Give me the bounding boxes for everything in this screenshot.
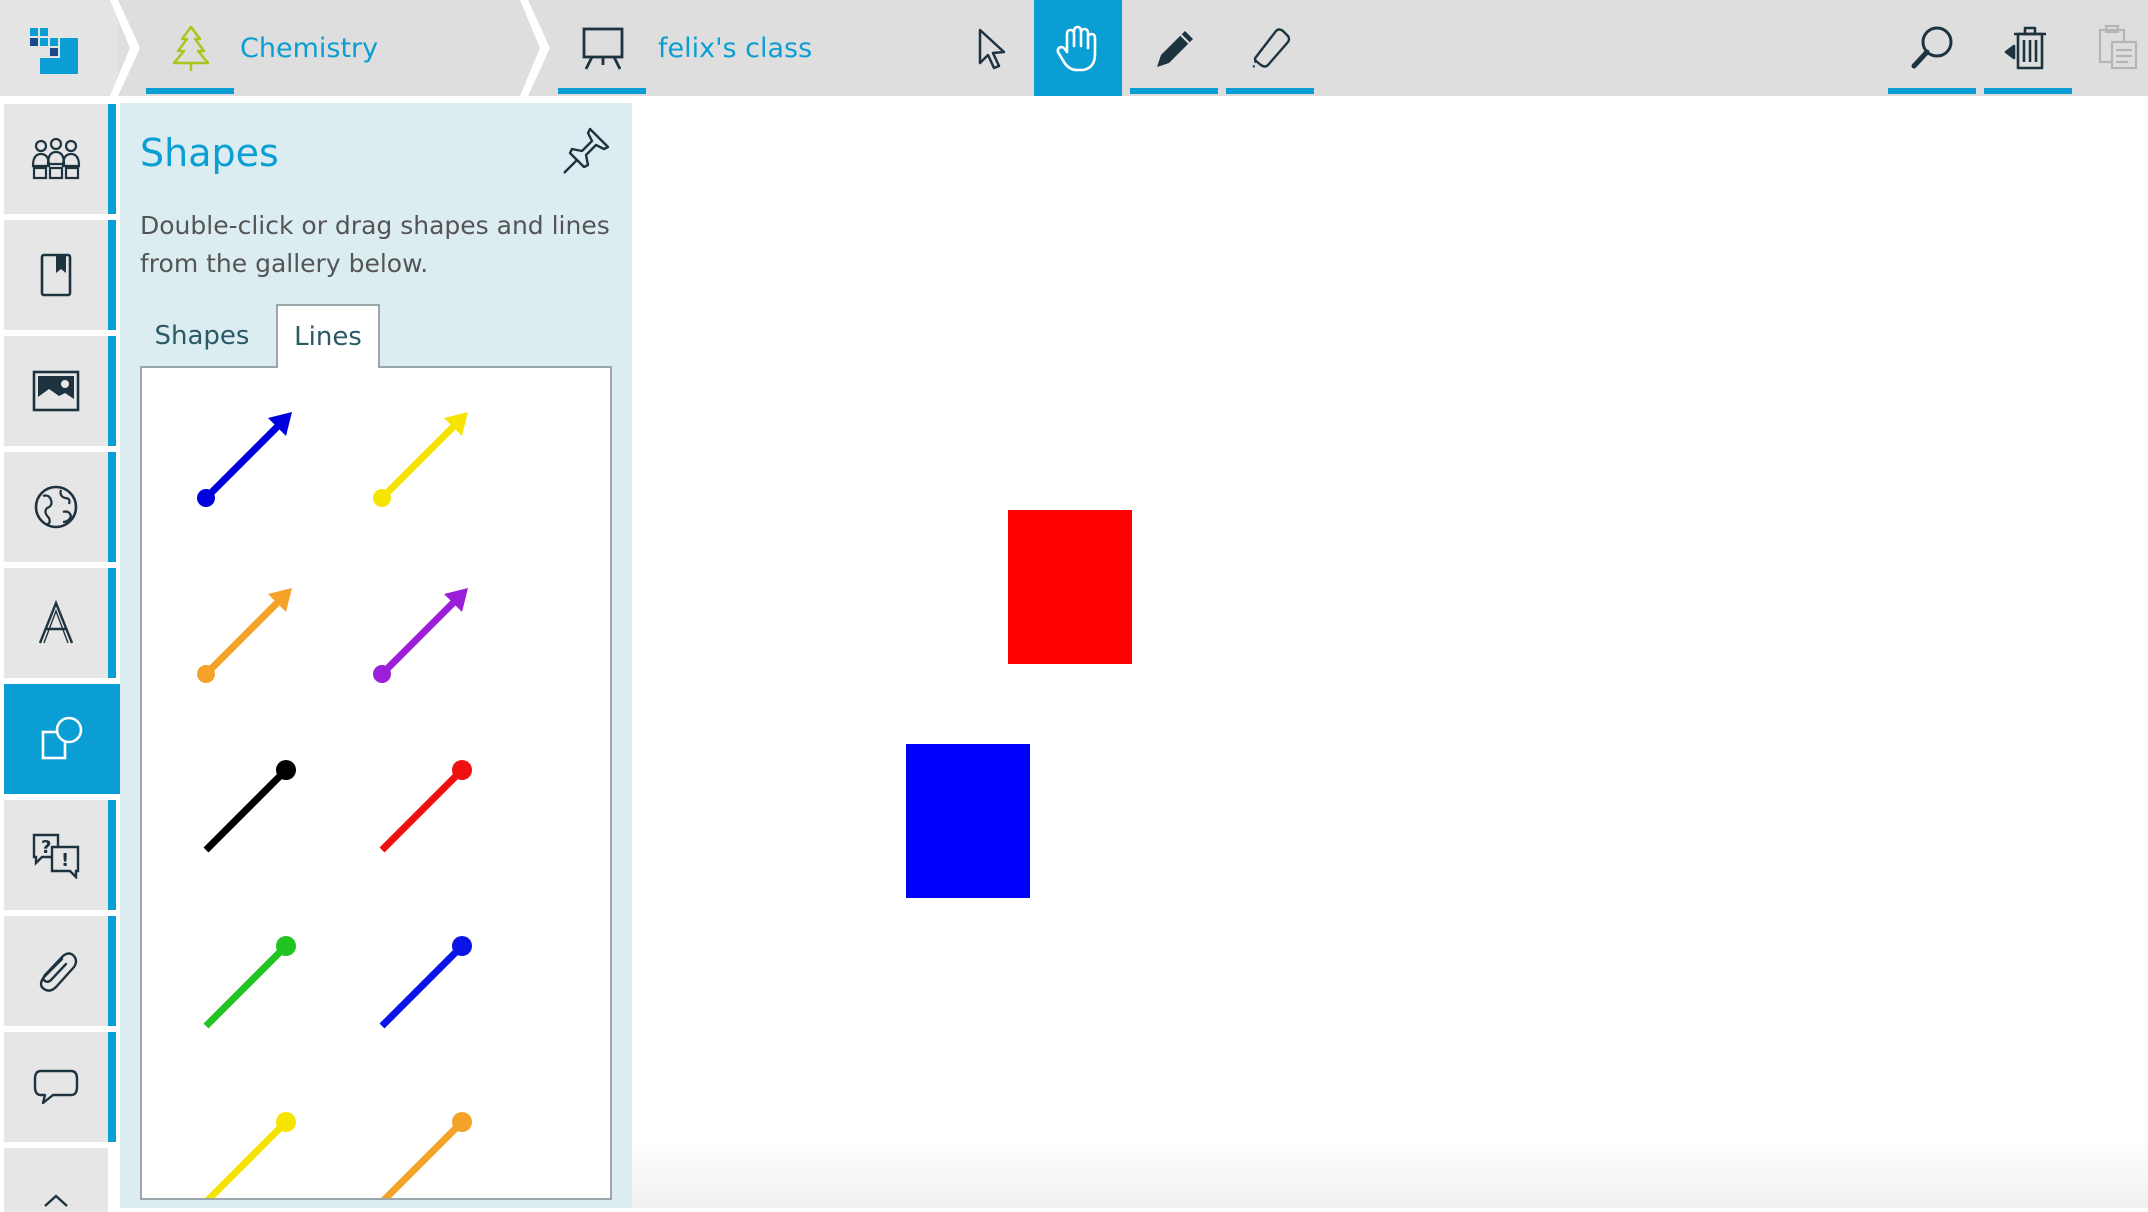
tab-shapes[interactable]: Shapes <box>140 304 264 368</box>
sidebar-item-groups[interactable] <box>4 104 116 214</box>
clipboard-icon <box>2098 24 2138 70</box>
line-sample-3[interactable] <box>373 588 468 683</box>
line-sample-7[interactable] <box>379 936 472 1029</box>
sidebar-item-globe[interactable] <box>4 452 116 562</box>
lines-gallery-svg <box>197 412 472 1198</box>
line-sample-5[interactable] <box>379 760 472 853</box>
globe-icon <box>34 485 78 529</box>
zoom-underline <box>1888 88 1976 94</box>
sidebar-item-more[interactable] <box>4 1148 108 1212</box>
pan-tool[interactable] <box>1034 0 1122 96</box>
svg-text:?: ? <box>41 837 51 858</box>
shapes-icon <box>41 716 83 760</box>
hand-icon <box>1056 25 1097 72</box>
pen-tool[interactable] <box>1130 0 1218 96</box>
easel-icon <box>582 27 624 70</box>
app-logo[interactable] <box>0 0 118 96</box>
bookmark-book-icon <box>40 253 72 297</box>
zoom-tool[interactable] <box>1888 0 1976 96</box>
line-sample-0[interactable] <box>197 412 292 507</box>
letter-a-icon <box>38 599 74 644</box>
paste-tool[interactable] <box>2086 0 2148 96</box>
sidebar-item-questions[interactable]: ? ! <box>4 800 116 910</box>
sidebar-item-attachments[interactable] <box>4 916 116 1026</box>
line-sample-1[interactable] <box>373 412 468 507</box>
eraser-icon <box>1252 28 1291 70</box>
line-sample-2[interactable] <box>197 588 292 683</box>
subject-underline <box>146 88 234 94</box>
trash-restore-icon <box>2004 26 2046 70</box>
speech-bubble-icon <box>33 1069 79 1105</box>
chevron-up-icon <box>44 1194 68 1207</box>
blue-rectangle[interactable] <box>906 744 1030 898</box>
sidebar-item-comments[interactable] <box>4 1032 116 1142</box>
pixel-logo-icon <box>30 28 78 74</box>
eraser-underline <box>1226 88 1314 94</box>
canvas-bottom-edge <box>632 1140 2148 1208</box>
trash-underline <box>1984 88 2072 94</box>
class-label: felix's class <box>658 32 813 64</box>
left-sidebar: ? ! <box>0 96 120 1212</box>
panel-description: Double-click or drag shapes and lines fr… <box>140 211 610 278</box>
image-icon <box>32 370 80 412</box>
svg-text:!: ! <box>61 850 69 871</box>
subject-label: Chemistry <box>240 32 379 64</box>
select-tool[interactable] <box>948 0 1036 96</box>
people-icon <box>31 137 81 180</box>
question-exclaim-icon: ? ! <box>32 833 80 879</box>
sidebar-item-images[interactable] <box>4 336 116 446</box>
breadcrumb-separator <box>110 0 140 96</box>
sidebar-item-shapes[interactable] <box>4 684 120 794</box>
line-sample-8[interactable] <box>205 1112 296 1198</box>
breadcrumb-subject[interactable]: Chemistry <box>166 0 378 96</box>
panel-title: Shapes <box>140 131 279 175</box>
pin-icon[interactable] <box>560 125 612 177</box>
pen-underline <box>1130 88 1218 94</box>
pen-icon <box>1157 31 1193 67</box>
red-rectangle[interactable] <box>1008 510 1132 664</box>
magnifier-icon <box>1911 26 1953 69</box>
tab-lines[interactable]: Lines <box>276 304 380 368</box>
cursor-icon <box>978 28 1006 70</box>
sidebar-item-text[interactable] <box>4 568 116 678</box>
tree-icon <box>172 25 210 71</box>
whiteboard-canvas[interactable] <box>632 96 2148 1208</box>
sidebar-item-bookmarks[interactable] <box>4 220 116 330</box>
lines-gallery <box>140 366 612 1200</box>
shapes-panel: Shapes Double-click or drag shapes and l… <box>120 103 632 1208</box>
top-toolbar: Chemistry felix's class <box>0 0 2148 96</box>
line-sample-6[interactable] <box>203 936 296 1029</box>
line-sample-4[interactable] <box>203 760 296 853</box>
eraser-tool[interactable] <box>1226 0 1314 96</box>
breadcrumb-class[interactable]: felix's class <box>580 0 812 96</box>
breadcrumb-separator <box>520 0 550 96</box>
class-underline <box>558 88 646 94</box>
trash-tool[interactable] <box>1984 0 2072 96</box>
paperclip-icon <box>39 952 78 992</box>
line-sample-9[interactable] <box>381 1112 472 1198</box>
